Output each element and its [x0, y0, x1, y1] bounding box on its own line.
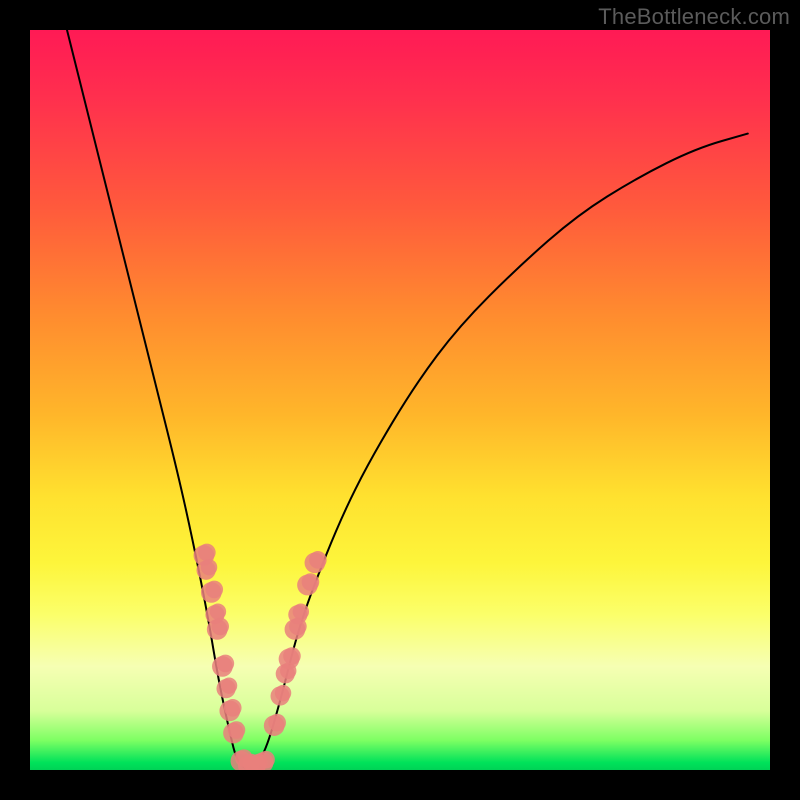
data-marker: [224, 699, 242, 717]
plot-area: [30, 30, 770, 770]
data-marker: [302, 573, 320, 591]
marker-group-bottom: [231, 749, 275, 770]
data-marker: [201, 559, 217, 575]
data-marker: [275, 685, 291, 701]
data-marker: [198, 544, 216, 562]
curve-svg: [30, 30, 770, 770]
chart-frame: TheBottleneck.com: [0, 0, 800, 800]
data-marker: [268, 714, 286, 732]
watermark-text: TheBottleneck.com: [598, 4, 790, 30]
data-marker: [210, 603, 226, 619]
data-marker: [221, 677, 237, 693]
data-marker: [309, 551, 327, 569]
data-marker: [257, 751, 275, 769]
data-marker: [293, 603, 309, 619]
bottleneck-curve: [67, 30, 748, 769]
data-marker: [217, 655, 235, 673]
data-marker: [211, 618, 229, 636]
data-marker: [228, 721, 246, 739]
data-marker: [205, 581, 223, 599]
marker-group-left: [194, 544, 246, 744]
data-marker: [283, 647, 301, 665]
